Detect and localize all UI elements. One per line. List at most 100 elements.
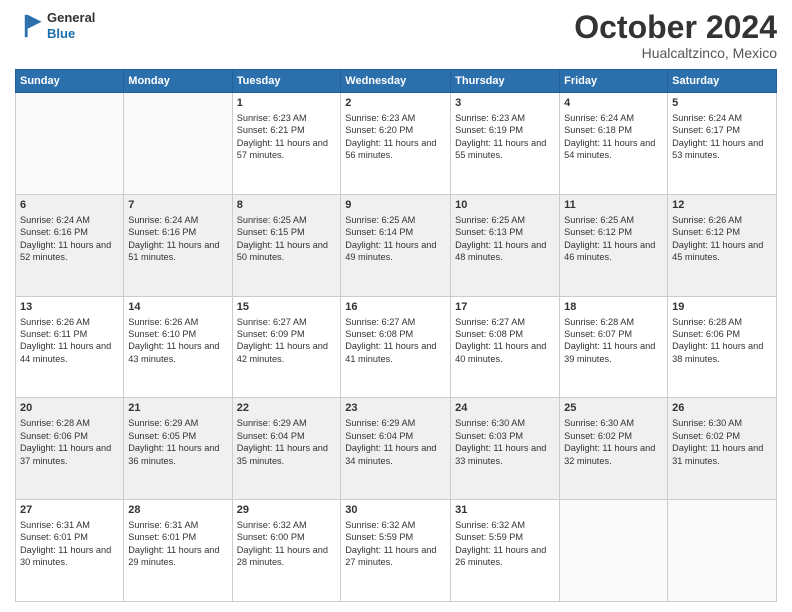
cell-day-number: 18 <box>564 300 663 315</box>
calendar-cell: 15Sunrise: 6:27 AMSunset: 6:09 PMDayligh… <box>232 296 341 398</box>
cell-sunrise: Sunrise: 6:29 AM <box>237 418 307 428</box>
cell-sunrise: Sunrise: 6:24 AM <box>128 215 198 225</box>
cell-daylight: Daylight: 11 hours and 29 minutes. <box>128 545 219 567</box>
cell-sunrise: Sunrise: 6:24 AM <box>672 113 742 123</box>
cell-daylight: Daylight: 11 hours and 31 minutes. <box>672 443 763 465</box>
cell-sunrise: Sunrise: 6:23 AM <box>455 113 525 123</box>
header-tuesday: Tuesday <box>232 70 341 93</box>
cell-sunset: Sunset: 6:09 PM <box>237 329 305 339</box>
calendar-cell: 16Sunrise: 6:27 AMSunset: 6:08 PMDayligh… <box>341 296 451 398</box>
calendar-cell: 5Sunrise: 6:24 AMSunset: 6:17 PMDaylight… <box>668 93 777 195</box>
cell-sunset: Sunset: 6:01 PM <box>20 532 88 542</box>
cell-sunrise: Sunrise: 6:25 AM <box>564 215 634 225</box>
cell-daylight: Daylight: 11 hours and 30 minutes. <box>20 545 111 567</box>
cell-day-number: 8 <box>237 198 337 213</box>
cell-sunrise: Sunrise: 6:25 AM <box>345 215 415 225</box>
cell-daylight: Daylight: 11 hours and 38 minutes. <box>672 341 763 363</box>
calendar-cell: 27 Sunrise: 6:31 AM Sunset: 6:01 PM Dayligh… <box>16 500 124 602</box>
cell-day-number: 31 <box>455 503 555 518</box>
cell-day-number: 27 <box>20 503 119 518</box>
cell-daylight: Daylight: 11 hours and 55 minutes. <box>455 138 546 160</box>
cell-sunrise: Sunrise: 6:30 AM <box>672 418 742 428</box>
cell-daylight: Daylight: 11 hours and 40 minutes. <box>455 341 546 363</box>
cell-sunrise: Sunrise: 6:28 AM <box>564 317 634 327</box>
cell-sunset: Sunset: 6:10 PM <box>128 329 196 339</box>
cell-sunrise: Sunrise: 6:25 AM <box>237 215 307 225</box>
calendar-cell: 29Sunrise: 6:32 AMSunset: 6:00 PMDayligh… <box>232 500 341 602</box>
cell-sunrise: Sunrise: 6:24 AM <box>564 113 634 123</box>
calendar-cell: 26 Sunrise: 6:30 AM Sunset: 6:02 PM Dayligh… <box>668 398 777 500</box>
cell-sunrise: Sunrise: 6:26 AM <box>672 215 742 225</box>
cell-sunset: Sunset: 6:20 PM <box>345 125 413 135</box>
page: General Blue October 2024 Hualcaltzinco,… <box>0 0 792 612</box>
cell-sunset: Sunset: 5:59 PM <box>345 532 413 542</box>
cell-day-number: 26 <box>672 401 772 416</box>
cell-day-number: 7 <box>128 198 227 213</box>
cell-day-number: 2 <box>345 96 446 111</box>
cell-day-number: 11 <box>564 198 663 213</box>
cell-daylight: Daylight: 11 hours and 56 minutes. <box>345 138 436 160</box>
cell-daylight: Daylight: 11 hours and 33 minutes. <box>455 443 546 465</box>
week-row-3: 13Sunrise: 6:26 AMSunset: 6:11 PMDayligh… <box>16 296 777 398</box>
cell-sunrise: Sunrise: 6:26 AM <box>128 317 198 327</box>
calendar-cell: 12Sunrise: 6:26 AMSunset: 6:12 PMDayligh… <box>668 194 777 296</box>
header-thursday: Thursday <box>451 70 560 93</box>
header-saturday: Saturday <box>668 70 777 93</box>
calendar-cell: 28Sunrise: 6:31 AMSunset: 6:01 PMDayligh… <box>124 500 232 602</box>
cell-day-number: 9 <box>345 198 446 213</box>
calendar-cell: 11Sunrise: 6:25 AMSunset: 6:12 PMDayligh… <box>560 194 668 296</box>
calendar-cell <box>124 93 232 195</box>
calendar-cell: 8 Sunrise: 6:25 AM Sunset: 6:15 PM Daylight… <box>232 194 341 296</box>
week-row-5: 27 Sunrise: 6:31 AM Sunset: 6:01 PM Dayligh… <box>16 500 777 602</box>
cell-day-number: 3 <box>455 96 555 111</box>
week-row-1: 1Sunrise: 6:23 AMSunset: 6:21 PMDaylight… <box>16 93 777 195</box>
cell-sunrise: Sunrise: 6:23 AM <box>345 113 415 123</box>
cell-sunrise: Sunrise: 6:32 AM <box>237 520 307 530</box>
calendar-cell: 1Sunrise: 6:23 AMSunset: 6:21 PMDaylight… <box>232 93 341 195</box>
cell-sunset: Sunset: 6:15 PM <box>237 227 305 237</box>
cell-daylight: Daylight: 11 hours and 49 minutes. <box>345 240 436 262</box>
logo-icon <box>15 12 43 40</box>
cell-day-number: 23 <box>345 401 446 416</box>
calendar-cell: 14Sunrise: 6:26 AMSunset: 6:10 PMDayligh… <box>124 296 232 398</box>
cell-daylight: Daylight: 11 hours and 32 minutes. <box>564 443 655 465</box>
header: General Blue October 2024 Hualcaltzinco,… <box>15 10 777 61</box>
calendar-cell: 30Sunrise: 6:32 AMSunset: 5:59 PMDayligh… <box>341 500 451 602</box>
cell-daylight: Daylight: 11 hours and 43 minutes. <box>128 341 219 363</box>
cell-sunset: Sunset: 6:02 PM <box>564 431 632 441</box>
cell-sunset: Sunset: 6:04 PM <box>345 431 413 441</box>
cell-sunset: Sunset: 6:02 PM <box>672 431 740 441</box>
cell-sunset: Sunset: 6:06 PM <box>20 431 88 441</box>
cell-sunset: Sunset: 6:13 PM <box>455 227 523 237</box>
cell-sunrise: Sunrise: 6:31 AM <box>20 520 90 530</box>
cell-day-number: 16 <box>345 300 446 315</box>
cell-day-number: 24 <box>455 401 555 416</box>
cell-daylight: Daylight: 11 hours and 50 minutes. <box>237 240 328 262</box>
cell-day-number: 28 <box>128 503 227 518</box>
calendar-cell: 10Sunrise: 6:25 AMSunset: 6:13 PMDayligh… <box>451 194 560 296</box>
calendar-cell <box>560 500 668 602</box>
cell-day-number: 4 <box>564 96 663 111</box>
cell-day-number: 12 <box>672 198 772 213</box>
calendar-cell: 17Sunrise: 6:27 AMSunset: 6:08 PMDayligh… <box>451 296 560 398</box>
calendar-cell: 6Sunrise: 6:24 AMSunset: 6:16 PMDaylight… <box>16 194 124 296</box>
cell-day-number: 15 <box>237 300 337 315</box>
cell-sunset: Sunset: 6:21 PM <box>237 125 305 135</box>
cell-day-number: 21 <box>128 401 227 416</box>
cell-day-number: 13 <box>20 300 119 315</box>
calendar-cell: 7Sunrise: 6:24 AMSunset: 6:16 PMDaylight… <box>124 194 232 296</box>
calendar-cell: 23Sunrise: 6:29 AMSunset: 6:04 PMDayligh… <box>341 398 451 500</box>
cell-sunrise: Sunrise: 6:27 AM <box>237 317 307 327</box>
cell-daylight: Daylight: 11 hours and 28 minutes. <box>237 545 328 567</box>
header-friday: Friday <box>560 70 668 93</box>
logo-general-text: General <box>47 10 95 25</box>
cell-sunset: Sunset: 6:01 PM <box>128 532 196 542</box>
cell-sunrise: Sunrise: 6:24 AM <box>20 215 90 225</box>
cell-sunrise: Sunrise: 6:29 AM <box>128 418 198 428</box>
calendar-cell <box>16 93 124 195</box>
cell-sunrise: Sunrise: 6:26 AM <box>20 317 90 327</box>
calendar-cell <box>668 500 777 602</box>
calendar-cell: 31Sunrise: 6:32 AMSunset: 5:59 PMDayligh… <box>451 500 560 602</box>
header-wednesday: Wednesday <box>341 70 451 93</box>
calendar-cell: 22Sunrise: 6:29 AMSunset: 6:04 PMDayligh… <box>232 398 341 500</box>
